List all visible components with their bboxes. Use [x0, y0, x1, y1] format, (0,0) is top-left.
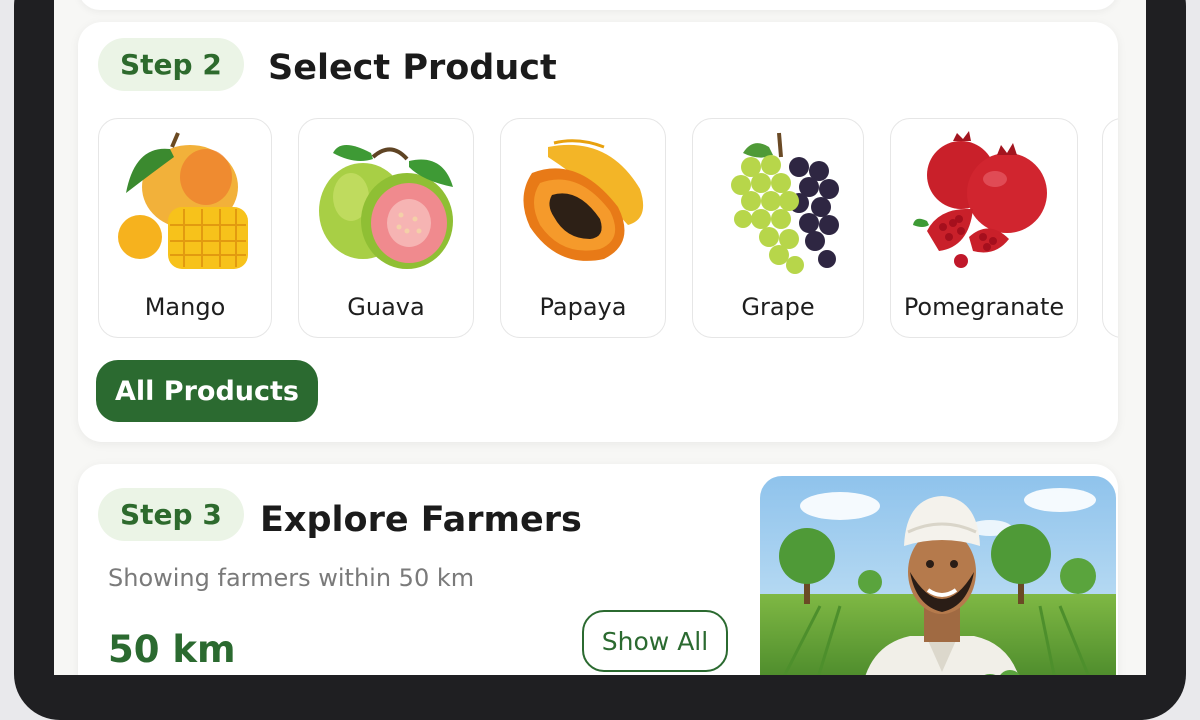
product-carousel[interactable]: Mango Guava Papaya Grape Pomegranate [96, 118, 1118, 340]
product-card-papaya[interactable]: Papaya [500, 118, 666, 338]
product-card-partial[interactable] [1102, 118, 1118, 338]
product-label-mango: Mango [144, 293, 226, 321]
step-badge: Step 2 [98, 38, 244, 91]
explore-farmers-card: Step 3 Explore Farmers Showing farmers w… [78, 464, 1118, 675]
step-badge: Step 3 [98, 488, 244, 541]
guava-icon [319, 145, 453, 269]
product-card-pomegranate[interactable]: Pomegranate [890, 118, 1078, 338]
product-card-mango[interactable]: Mango [98, 118, 272, 338]
papaya-icon [523, 139, 644, 261]
previous-step-card [78, 0, 1118, 10]
farmer-illustration [760, 476, 1116, 675]
pomegranate-icon [913, 131, 1047, 268]
product-label-papaya: Papaya [539, 293, 627, 321]
section-title: Select Product [268, 48, 557, 88]
distance-value: 50 km [108, 628, 236, 671]
show-all-button[interactable]: Show All [582, 610, 728, 672]
mango-icon [118, 132, 248, 269]
product-card-grape[interactable]: Grape [692, 118, 864, 338]
product-label-grape: Grape [741, 293, 815, 321]
grape-icon [731, 132, 839, 274]
farmer-image [760, 476, 1116, 675]
product-label-pomegranate: Pomegranate [903, 293, 1065, 321]
section-title: Explore Farmers [260, 500, 582, 540]
select-product-card: Step 2 Select Product Mango Guava Papaya… [78, 22, 1118, 442]
app-screen: Step 2 Select Product Mango Guava Papaya… [54, 0, 1146, 675]
all-products-button[interactable]: All Products [96, 360, 318, 422]
product-label-guava: Guava [347, 293, 425, 321]
distance-subtitle: Showing farmers within 50 km [108, 564, 475, 592]
product-card-guava[interactable]: Guava [298, 118, 474, 338]
